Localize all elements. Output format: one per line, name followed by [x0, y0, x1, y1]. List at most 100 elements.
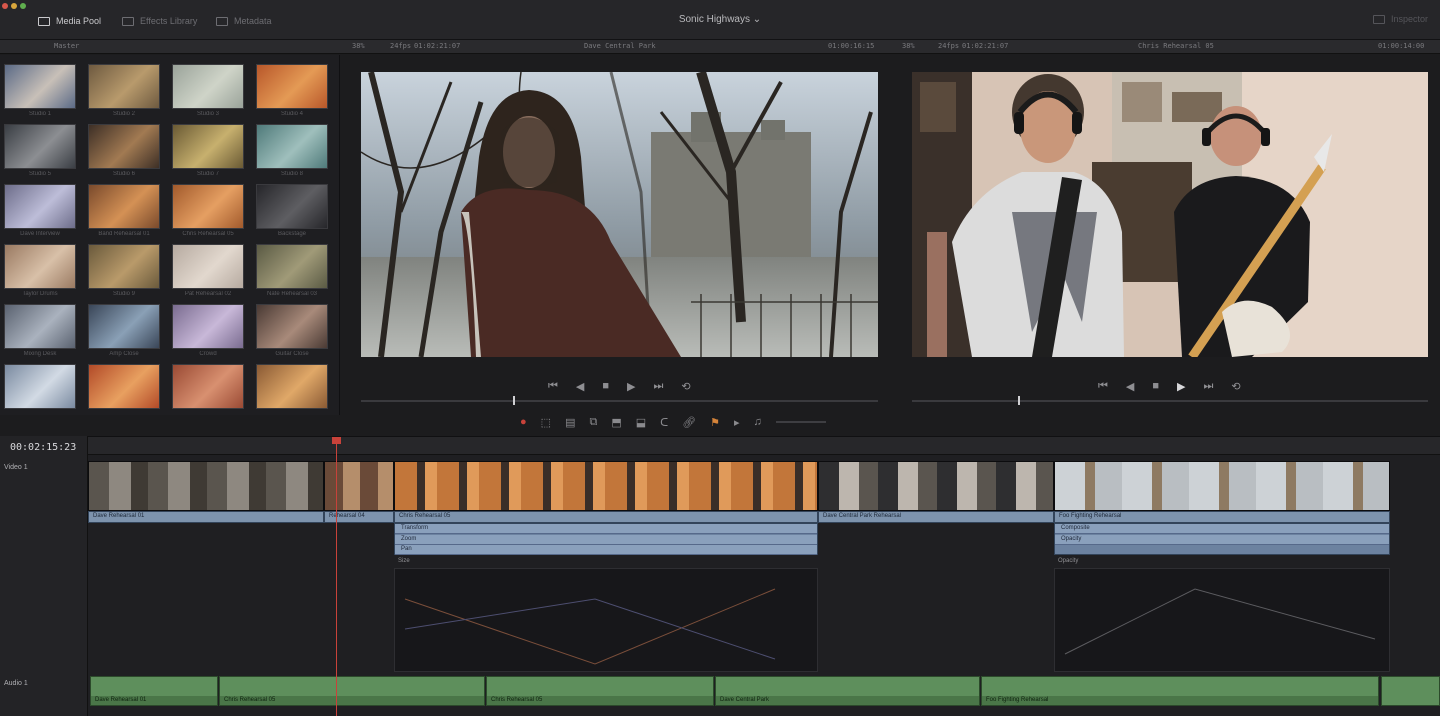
media-pool-clip-name: Studio 1: [28, 111, 52, 117]
timeline-zoom[interactable]: 38%: [902, 42, 915, 50]
jump-end-icon[interactable]: ⏭: [654, 380, 664, 393]
timeline-ruler[interactable]: [88, 437, 1440, 455]
insert-icon[interactable]: ⧉: [589, 416, 597, 429]
timeline-viewer-image: [912, 72, 1428, 357]
source-viewer[interactable]: [361, 72, 878, 357]
media-pool-clip-thumbnail[interactable]: [4, 244, 76, 289]
flag-icon[interactable]: ⚑: [710, 416, 720, 429]
maximize-window-icon[interactable]: [20, 3, 26, 9]
media-pool-clip-thumbnail[interactable]: [256, 64, 328, 109]
audio-clip-label: Dave Rehearsal 01: [91, 696, 217, 705]
media-pool-clip-thumbnail[interactable]: [88, 304, 160, 349]
audio-clip[interactable]: Foo Fighting Rehearsal: [981, 676, 1379, 706]
close-window-icon[interactable]: [2, 3, 8, 9]
replace-icon[interactable]: ⬓: [636, 416, 646, 429]
media-pool-clip-thumbnail[interactable]: [4, 184, 76, 229]
track-headers: [0, 436, 88, 716]
timeline-duration: 01:00:14:00: [1378, 42, 1425, 50]
jump-end-icon[interactable]: ⏭: [1204, 380, 1214, 393]
media-pool-clip-thumbnail[interactable]: [256, 364, 328, 409]
play-reverse-icon[interactable]: ◀: [576, 380, 584, 393]
marker-add-icon[interactable]: ▸: [734, 416, 740, 429]
play-reverse-icon[interactable]: ◀: [1126, 380, 1134, 393]
media-pool-clip-thumbnail[interactable]: [4, 364, 76, 409]
media-pool-clip-thumbnail[interactable]: [4, 304, 76, 349]
timeline-timecode: 01:02:21:07: [962, 42, 1009, 50]
media-pool-clip-thumbnail[interactable]: [88, 184, 160, 229]
video-clip[interactable]: [324, 461, 394, 511]
clip-name-bar[interactable]: Rehearsal 04: [324, 511, 394, 523]
media-pool-clip-thumbnail[interactable]: [4, 124, 76, 169]
source-fps[interactable]: 24fps: [390, 42, 411, 50]
video-clip[interactable]: [394, 461, 818, 511]
media-pool-clip-thumbnail[interactable]: [88, 64, 160, 109]
media-pool-clip-thumbnail[interactable]: [172, 304, 244, 349]
clip-name-bar[interactable]: Chris Rehearsal 05: [394, 511, 818, 523]
media-pool-clip-thumbnail[interactable]: [88, 244, 160, 289]
jump-start-icon[interactable]: ⏮: [1098, 380, 1108, 393]
source-zoom[interactable]: 38%: [352, 42, 365, 50]
source-playhead[interactable]: [513, 396, 515, 405]
clip-name-bar[interactable]: Foo Fighting Rehearsal: [1054, 511, 1390, 523]
media-pool-clip-thumbnail[interactable]: [4, 64, 76, 109]
timeline-scrubber[interactable]: [912, 396, 1428, 405]
play-icon[interactable]: ▶: [1177, 380, 1185, 393]
video-clip[interactable]: [88, 461, 324, 511]
timeline-playhead[interactable]: [1018, 396, 1020, 405]
keyframe-curve-area[interactable]: [1054, 568, 1390, 672]
audio-clip[interactable]: Chris Rehearsal 05: [486, 676, 714, 706]
play-icon[interactable]: ▶: [627, 380, 635, 393]
media-pool-clip-thumbnail[interactable]: [172, 364, 244, 409]
timeline-fps[interactable]: 24fps: [938, 42, 959, 50]
media-pool-clip-thumbnail[interactable]: [256, 184, 328, 229]
media-pool-clip-name: Pat Rehearsal 02: [184, 291, 232, 297]
media-pool-clip-thumbnail[interactable]: [256, 124, 328, 169]
media-pool-clip-thumbnail[interactable]: [172, 124, 244, 169]
clip-name-bar[interactable]: Dave Rehearsal 01: [88, 511, 324, 523]
timeline-viewer[interactable]: [912, 72, 1428, 357]
clip-name-bar[interactable]: Dave Central Park Rehearsal: [818, 511, 1054, 523]
fx-title[interactable]: Composite: [1055, 524, 1389, 534]
media-pool-clip-thumbnail[interactable]: [172, 244, 244, 289]
media-pool-clip-thumbnail[interactable]: [88, 124, 160, 169]
stop-icon[interactable]: ■: [602, 380, 609, 392]
media-pool-clip-thumbnail[interactable]: [172, 64, 244, 109]
link-icon[interactable]: 🔗︎: [682, 416, 696, 429]
audio-clip[interactable]: Dave Rehearsal 01: [90, 676, 218, 706]
fx-param[interactable]: Pan: [395, 545, 817, 555]
media-pool-clip-name: Nate Rehearsal 03: [266, 291, 318, 297]
jump-start-icon[interactable]: ⏮: [548, 380, 558, 393]
media-pool-clip-thumbnail[interactable]: [88, 364, 160, 409]
keyframe-row-label: Size: [398, 558, 410, 564]
source-scrubber[interactable]: [361, 396, 878, 405]
media-pool-bins[interactable]: Master: [54, 42, 79, 50]
video-clip[interactable]: [1054, 461, 1390, 511]
video-clip[interactable]: [818, 461, 1054, 511]
minimize-window-icon[interactable]: [11, 3, 17, 9]
keyframe-curve-area[interactable]: [394, 568, 818, 672]
zoom-slider[interactable]: [775, 421, 826, 423]
loop-icon[interactable]: ⟲: [681, 380, 690, 393]
fx-title[interactable]: Transform: [395, 524, 817, 534]
media-pool-clip-name: Dave Interview: [20, 231, 60, 237]
media-pool-clip-thumbnail[interactable]: [256, 304, 328, 349]
audio-clip-label: Chris Rehearsal 05: [487, 696, 713, 705]
marker-icon[interactable]: ●: [520, 416, 527, 428]
stop-icon[interactable]: ■: [1152, 380, 1159, 392]
audio-clip[interactable]: Chris Rehearsal 05: [219, 676, 485, 706]
snap-icon[interactable]: ᑕ: [660, 416, 668, 429]
media-pool-clip-thumbnail[interactable]: [172, 184, 244, 229]
trim-tool-icon[interactable]: ▤: [565, 416, 575, 429]
audio-icon[interactable]: ♫: [754, 416, 762, 428]
selection-tool-icon[interactable]: ⬚: [541, 416, 551, 429]
timeline-clip-name: Chris Rehearsal 05: [1138, 42, 1214, 50]
fx-param[interactable]: Opacity: [1055, 535, 1389, 545]
fx-param[interactable]: Zoom: [395, 535, 817, 545]
overwrite-icon[interactable]: ⬒: [611, 416, 621, 429]
audio-clip[interactable]: Dave Central Park: [715, 676, 980, 706]
media-pool-clip-thumbnail[interactable]: [256, 244, 328, 289]
loop-icon[interactable]: ⟲: [1231, 380, 1240, 393]
inspector-toggle[interactable]: Inspector: [1372, 14, 1428, 24]
timeline-playhead-line[interactable]: [332, 437, 341, 716]
audio-clip[interactable]: [1381, 676, 1440, 706]
